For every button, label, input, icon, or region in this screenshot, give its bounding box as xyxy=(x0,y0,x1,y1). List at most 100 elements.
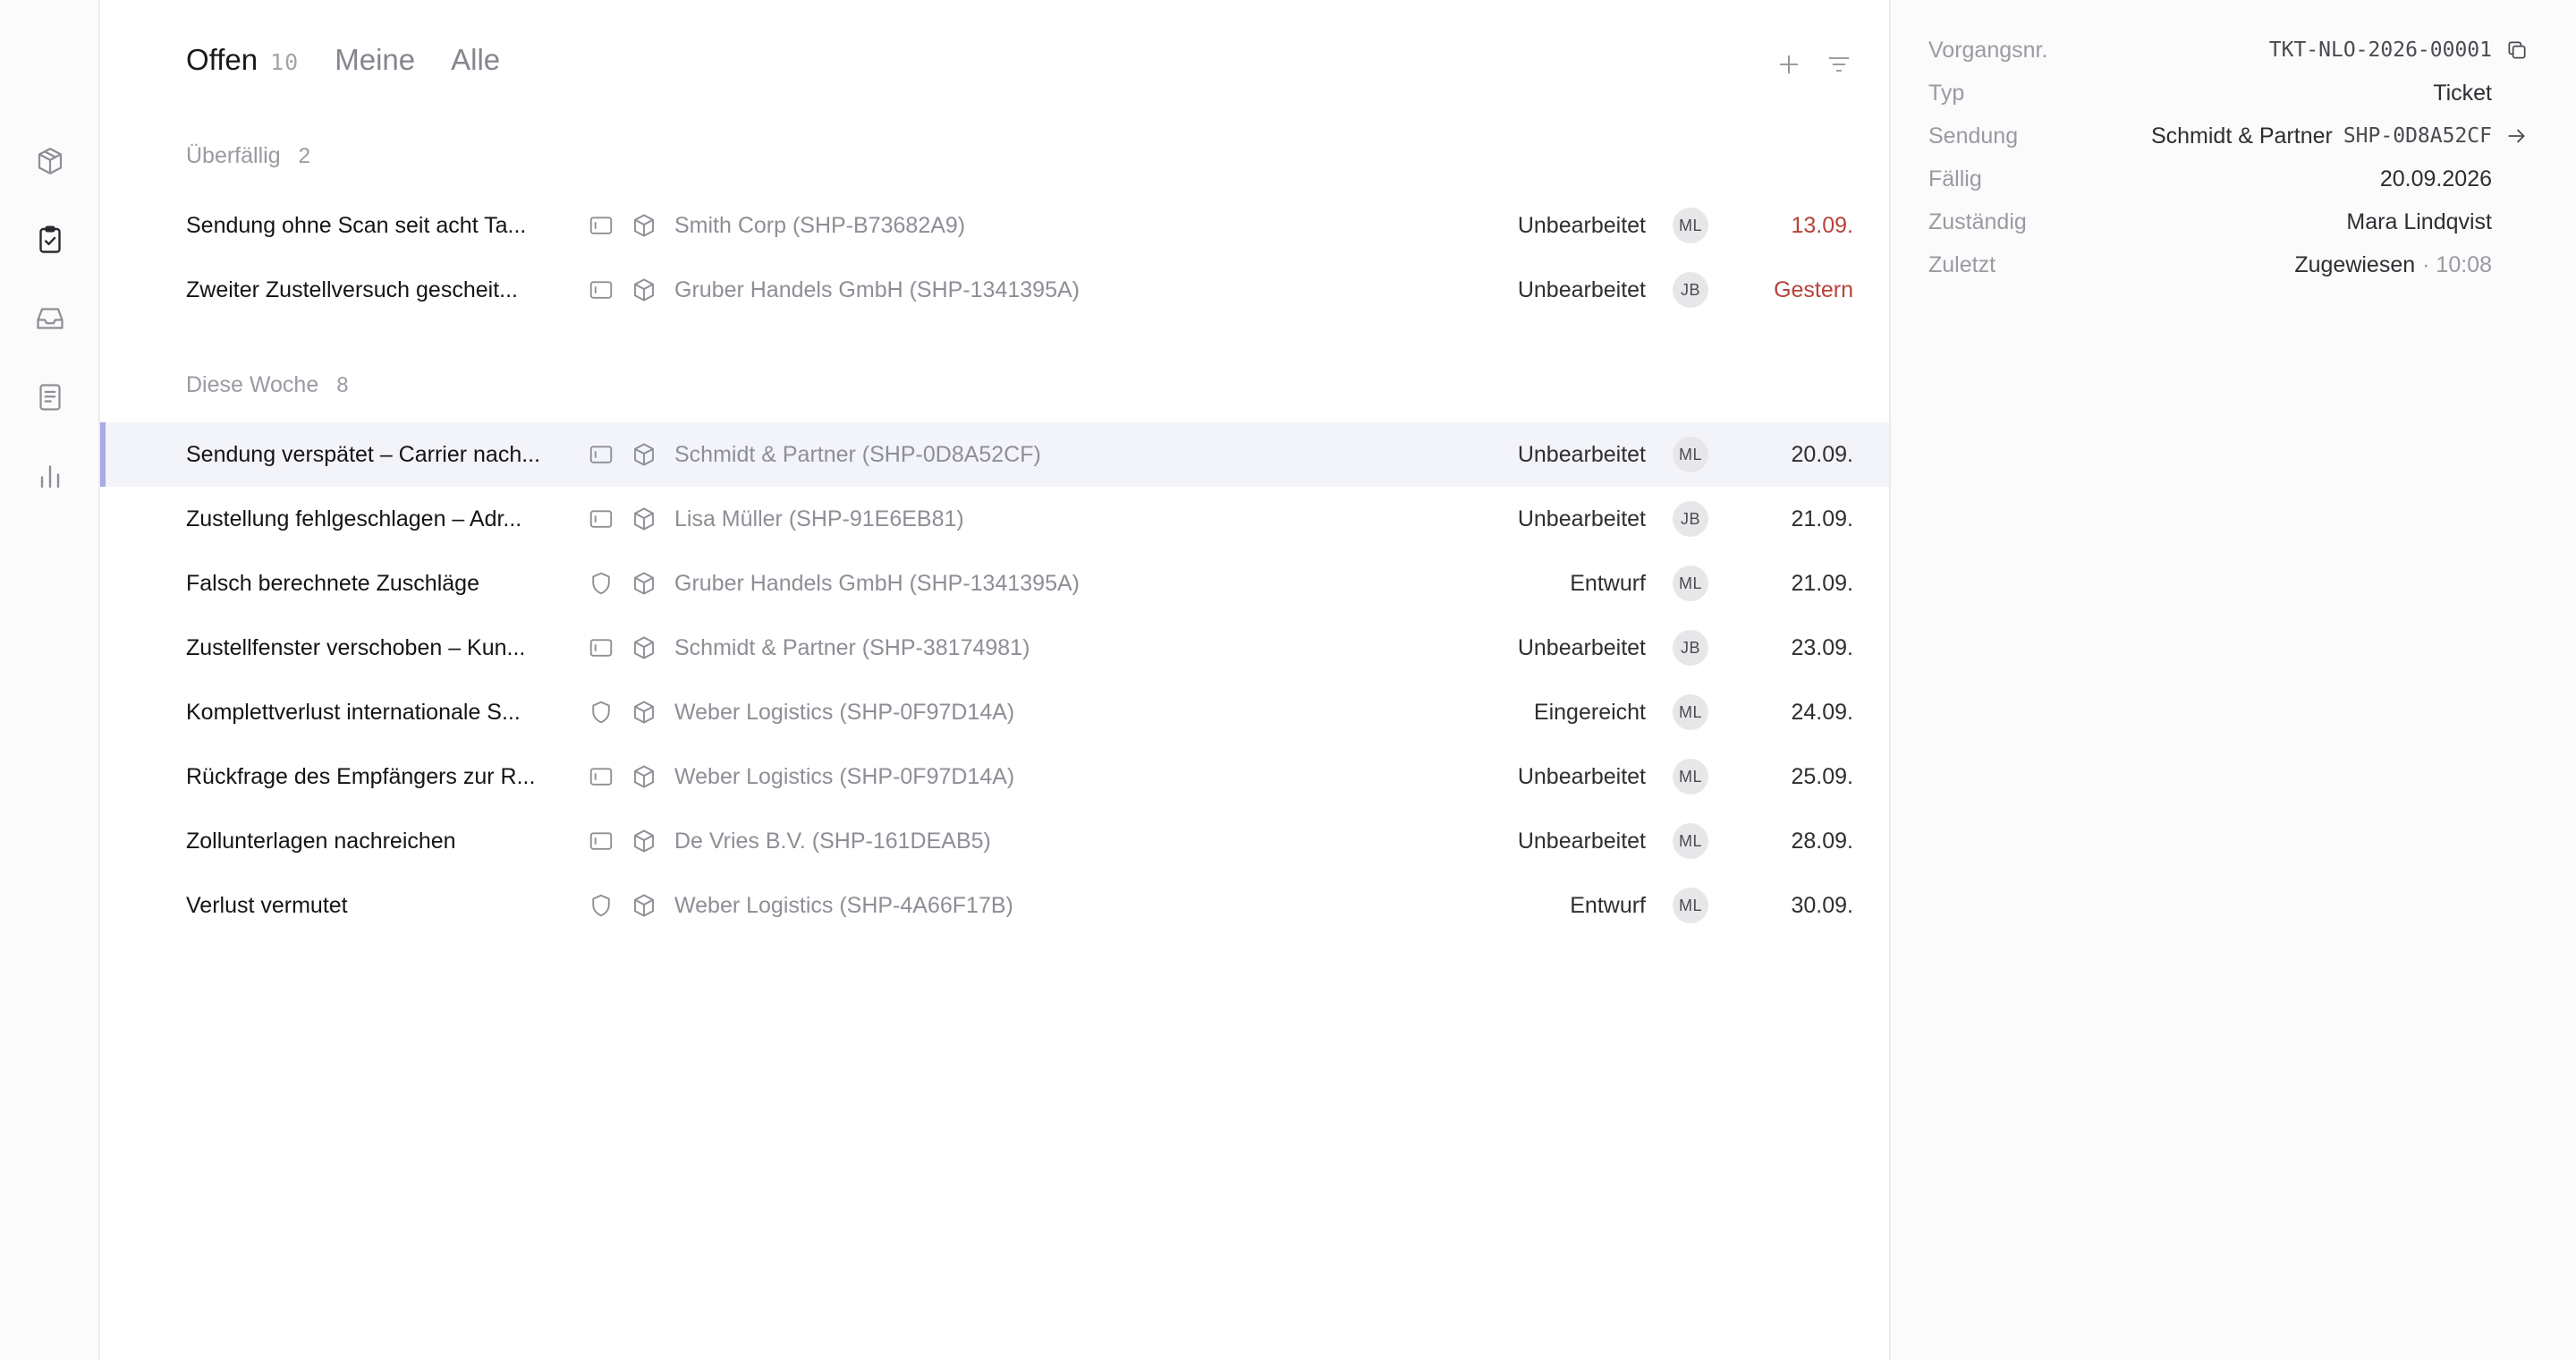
row-shipment: Gruber Handels GmbH (SHP-1341395A) xyxy=(674,570,1080,596)
status-badge: Unbearbeitet xyxy=(1517,506,1646,531)
row-due-date: 28.09. xyxy=(1791,828,1853,854)
detail-shipment-id: SHP-0D8A52CF xyxy=(2343,124,2492,148)
ticket-icon xyxy=(587,276,615,304)
detail-shipment-name: Schmidt & Partner xyxy=(2150,123,2333,149)
package-icon xyxy=(630,211,658,240)
package-icon xyxy=(630,698,658,727)
table-row[interactable]: Zollunterlagen nachreichen De Vries B.V. … xyxy=(100,809,1889,873)
tab-label: Alle xyxy=(451,43,501,76)
detail-number-value: TKT-NLO-2026-00001 xyxy=(2268,38,2492,62)
tab-offen[interactable]: Offen 10 xyxy=(186,43,299,77)
group-header-week: Diese Woche 8 xyxy=(186,372,349,398)
copy-icon[interactable] xyxy=(2503,36,2531,64)
group-header-overdue: Überfällig 2 xyxy=(186,143,310,169)
shield-icon xyxy=(587,891,615,920)
package-icon xyxy=(630,633,658,662)
package-icon[interactable] xyxy=(32,143,68,179)
tab-bar: Offen 10 Meine Alle xyxy=(186,43,536,86)
avatar: ML xyxy=(1673,888,1708,923)
bar-chart-icon[interactable] xyxy=(32,458,68,494)
detail-type-value: Ticket xyxy=(2433,80,2492,106)
package-icon xyxy=(630,276,658,304)
detail-last-time: · 10:08 xyxy=(2422,251,2492,277)
ticket-icon xyxy=(587,762,615,791)
tab-alle[interactable]: Alle xyxy=(451,43,500,77)
shield-icon xyxy=(587,698,615,727)
clipboard-check-icon[interactable] xyxy=(32,222,68,258)
group-label: Diese Woche xyxy=(186,372,319,397)
detail-due-row: Fällig 20.09.2026 xyxy=(1928,161,2492,197)
row-shipment: Weber Logistics (SHP-0F97D14A) xyxy=(674,763,1015,789)
row-shipment: Schmidt & Partner (SHP-0D8A52CF) xyxy=(674,441,1041,467)
ticket-list-panel: Offen 10 Meine Alle Überfällig 2 Diese W… xyxy=(100,0,1889,1360)
status-badge: Unbearbeitet xyxy=(1517,276,1646,302)
row-shipment: Lisa Müller (SHP-91E6EB81) xyxy=(674,506,964,531)
detail-assignee-value[interactable]: Mara Lindqvist xyxy=(2346,209,2492,235)
detail-panel: Vorgangsnr. TKT-NLO-2026-00001 Typ Ticke… xyxy=(1889,0,2576,1360)
detail-type-label: Typ xyxy=(1928,80,1965,106)
detail-number-label: Vorgangsnr. xyxy=(1928,37,2048,63)
status-badge: Unbearbeitet xyxy=(1517,828,1646,854)
row-title: Rückfrage des Empfängers zur R... xyxy=(186,763,536,789)
status-badge: Unbearbeitet xyxy=(1517,441,1646,467)
tab-meine[interactable]: Meine xyxy=(335,43,415,77)
row-due-date: 25.09. xyxy=(1791,763,1853,789)
tab-label: Meine xyxy=(335,43,416,76)
left-rail xyxy=(0,0,100,1360)
row-title: Zollunterlagen nachreichen xyxy=(186,828,456,854)
package-icon xyxy=(630,827,658,855)
status-badge: Unbearbeitet xyxy=(1517,634,1646,660)
tab-count: 10 xyxy=(270,49,300,75)
table-row[interactable]: Rückfrage des Empfängers zur R... Weber L… xyxy=(100,744,1889,809)
filter-icon[interactable] xyxy=(1821,47,1857,82)
package-icon xyxy=(630,891,658,920)
row-title: Falsch berechnete Zuschläge xyxy=(186,570,479,596)
status-badge: Entwurf xyxy=(1570,570,1646,596)
row-due-date: 23.09. xyxy=(1791,634,1853,660)
table-row[interactable]: Falsch berechnete Zuschläge Gruber Handel… xyxy=(100,551,1889,616)
arrow-right-icon[interactable] xyxy=(2503,122,2531,150)
table-row[interactable]: Verlust vermutet Weber Logistics (SHP-4A6… xyxy=(100,873,1889,938)
package-icon xyxy=(630,762,658,791)
ticket-icon xyxy=(587,633,615,662)
table-row[interactable]: Sendung ohne Scan seit acht Ta... Smith C… xyxy=(100,193,1889,258)
detail-assignee-row: Zuständig Mara Lindqvist xyxy=(1928,204,2492,240)
avatar: ML xyxy=(1673,437,1708,472)
status-badge: Unbearbeitet xyxy=(1517,212,1646,238)
inbox-icon[interactable] xyxy=(32,301,68,336)
row-title: Sendung verspätet – Carrier nach... xyxy=(186,441,541,467)
plus-icon[interactable] xyxy=(1771,47,1807,82)
ticket-icon xyxy=(587,827,615,855)
avatar: ML xyxy=(1673,565,1708,601)
row-shipment: Gruber Handels GmbH (SHP-1341395A) xyxy=(674,276,1080,302)
detail-shipment-label: Sendung xyxy=(1928,123,2019,149)
detail-last-row: Zuletzt Zugewiesen · 10:08 xyxy=(1928,247,2492,283)
avatar: ML xyxy=(1673,208,1708,243)
package-icon xyxy=(630,569,658,598)
table-row[interactable]: Komplettverlust internationale S... Weber… xyxy=(100,680,1889,744)
avatar: ML xyxy=(1673,694,1708,730)
row-title: Sendung ohne Scan seit acht Ta... xyxy=(186,212,527,238)
detail-type-row: Typ Ticket xyxy=(1928,75,2492,111)
row-shipment: Schmidt & Partner (SHP-38174981) xyxy=(674,634,1030,660)
detail-number-row: Vorgangsnr. TKT-NLO-2026-00001 xyxy=(1928,32,2526,68)
detail-last-value: Zugewiesen · 10:08 xyxy=(2294,252,2492,278)
document-icon[interactable] xyxy=(32,379,68,415)
row-title: Zustellfenster verschoben – Kun... xyxy=(186,634,526,660)
row-due-date: 30.09. xyxy=(1791,892,1853,918)
group-label: Überfällig xyxy=(186,143,281,168)
row-title: Zustellung fehlgeschlagen – Adr... xyxy=(186,506,522,531)
avatar: JB xyxy=(1673,501,1708,537)
row-shipment: Weber Logistics (SHP-0F97D14A) xyxy=(674,699,1015,725)
detail-due-label: Fällig xyxy=(1928,166,1982,191)
table-row[interactable]: Sendung verspätet – Carrier nach... Schmi… xyxy=(100,422,1889,487)
avatar: ML xyxy=(1673,759,1708,795)
detail-shipment-value[interactable]: Schmidt & Partner SHP-0D8A52CF xyxy=(2151,123,2492,149)
ticket-icon xyxy=(587,440,615,469)
table-row[interactable]: Zustellfenster verschoben – Kun... Schmid… xyxy=(100,616,1889,680)
status-badge: Entwurf xyxy=(1570,892,1646,918)
table-row[interactable]: Zustellung fehlgeschlagen – Adr... Lisa M… xyxy=(100,487,1889,551)
row-shipment: Smith Corp (SHP-B73682A9) xyxy=(674,212,966,238)
table-row[interactable]: Zweiter Zustellversuch gescheit... Gruber… xyxy=(100,258,1889,322)
row-shipment: Weber Logistics (SHP-4A66F17B) xyxy=(674,892,1013,918)
